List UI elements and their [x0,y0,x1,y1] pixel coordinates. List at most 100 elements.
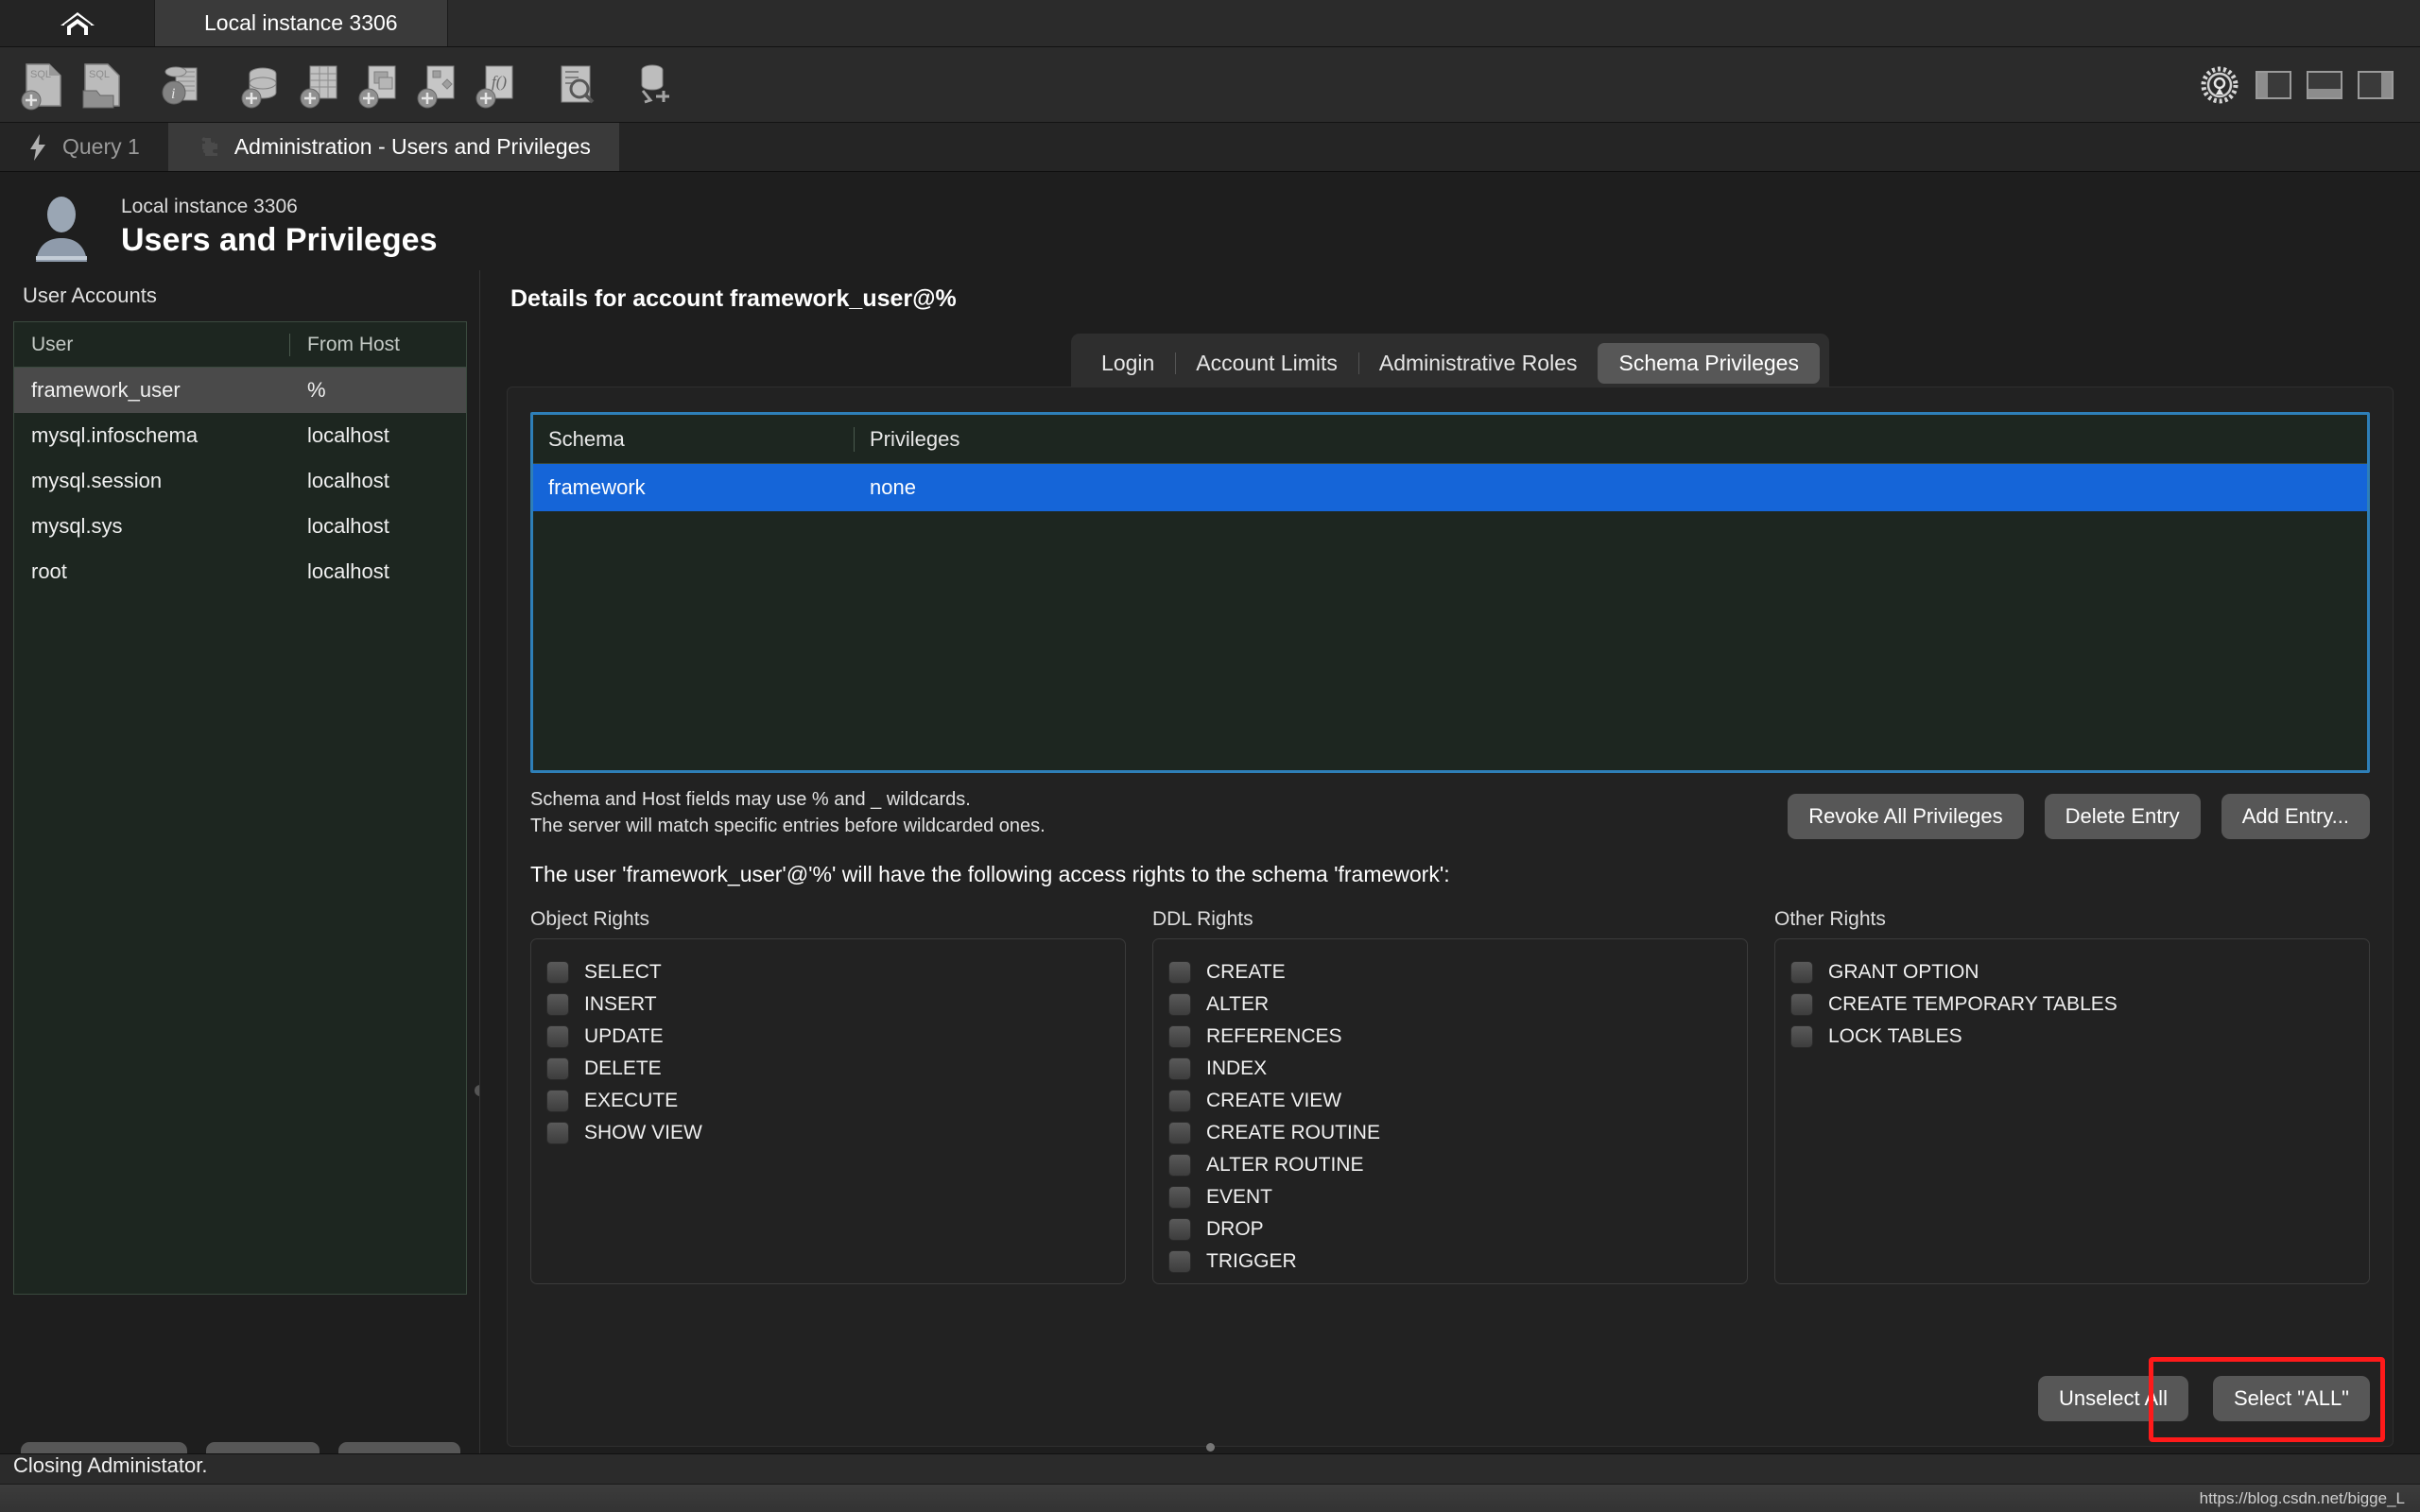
ddl-rights-box: CREATE ALTER REFERENCES INDEX CREATE VIE… [1152,938,1748,1284]
checkbox-box-icon[interactable] [546,993,569,1016]
user-row-root[interactable]: root localhost [14,549,466,594]
user-row-mysql-session[interactable]: mysql.session localhost [14,458,466,504]
toggle-secondary-sidebar-icon[interactable] [2358,71,2394,99]
new-procedure-icon[interactable] [410,59,465,112]
host-cell: localhost [307,559,389,583]
user-avatar-icon [26,192,96,262]
instance-tab[interactable]: Local instance 3306 [155,0,448,46]
tab-administrative-roles[interactable]: Administrative Roles [1357,343,1599,384]
reconnect-server-icon[interactable] [628,59,683,112]
schema-privileges-table[interactable]: Schema Privileges framework none [530,412,2370,773]
column-header-schema[interactable]: Schema [533,426,855,452]
column-header-privileges[interactable]: Privileges [855,427,959,452]
tab-query-1[interactable]: Query 1 [0,123,168,171]
user-row-mysql-infoschema[interactable]: mysql.infoschema localhost [14,413,466,458]
mysql-workbench-window: Local instance 3306 SQL SQL i f() Query … [0,0,2420,1512]
user-cell: mysql.infoschema [31,423,199,447]
checkbox-delete[interactable]: DELETE [546,1053,1110,1085]
window-tabbar: Local instance 3306 [0,0,2420,47]
checkbox-box-icon[interactable] [1168,1154,1191,1177]
column-header-user[interactable]: User [14,333,290,356]
checkbox-index[interactable]: INDEX [1168,1053,1732,1085]
checkbox-create-view[interactable]: CREATE VIEW [1168,1085,1732,1117]
schema-row-framework[interactable]: framework none [533,464,2367,511]
tab-account-limits[interactable]: Account Limits [1175,343,1358,384]
footer-bar: https://blog.csdn.net/bigge_L [0,1484,2420,1512]
checkbox-box-icon[interactable] [1790,961,1813,984]
checkbox-grant-option[interactable]: GRANT OPTION [1790,956,2354,988]
svg-text:SQL: SQL [30,69,51,80]
checkbox-box-icon[interactable] [1168,1250,1191,1273]
privileges-cell: none [870,475,916,499]
checkbox-box-icon[interactable] [1168,1057,1191,1080]
checkbox-box-icon[interactable] [546,1025,569,1048]
checkbox-create-routine[interactable]: CREATE ROUTINE [1168,1117,1732,1149]
new-function-icon[interactable]: f() [469,59,524,112]
checkbox-box-icon[interactable] [1168,1090,1191,1112]
checkbox-box-icon[interactable] [546,1122,569,1144]
server-info-icon[interactable]: i [155,59,210,112]
new-schema-icon[interactable] [234,59,289,112]
statusbar-grip[interactable] [1206,1443,1215,1452]
details-title: Details for account framework_user@% [510,285,957,312]
user-cell: mysql.session [31,469,163,492]
checkbox-box-icon[interactable] [1168,993,1191,1016]
column-header-from-host[interactable]: From Host [290,334,400,356]
checkbox-box-icon[interactable] [1168,1218,1191,1241]
checkbox-drop[interactable]: DROP [1168,1213,1732,1246]
user-cell: mysql.sys [31,514,123,538]
checkbox-lock-tables[interactable]: LOCK TABLES [1790,1021,2354,1053]
status-bar [0,1443,2420,1484]
checkbox-execute[interactable]: EXECUTE [546,1085,1110,1117]
checkbox-box-icon[interactable] [1168,961,1191,984]
admin-gear-icon[interactable] [2199,64,2240,106]
checkbox-box-icon[interactable] [546,1057,569,1080]
checkbox-show-view[interactable]: SHOW VIEW [546,1117,1110,1149]
search-data-icon[interactable] [548,59,603,112]
toggle-sidebar-icon[interactable] [2256,71,2291,99]
checkbox-references[interactable]: REFERENCES [1168,1021,1732,1053]
new-table-icon[interactable] [293,59,348,112]
checkbox-create-temporary-tables[interactable]: CREATE TEMPORARY TABLES [1790,988,2354,1021]
toggle-output-icon[interactable] [2307,71,2342,99]
checkbox-trigger[interactable]: TRIGGER [1168,1246,1732,1278]
checkbox-label: CREATE TEMPORARY TABLES [1828,993,2118,1015]
tab-administration-users-and-privileges[interactable]: Administration - Users and Privileges [167,123,619,171]
rights-groups: Object Rights SELECT INSERT UPDATE DELET… [530,908,2370,1284]
highlight-annotation-box [2149,1357,2385,1442]
checkbox-box-icon[interactable] [1790,993,1813,1016]
add-entry-button[interactable]: Add Entry... [2221,794,2370,839]
delete-entry-button[interactable]: Delete Entry [2044,794,2201,839]
checkbox-box-icon[interactable] [1168,1025,1191,1048]
other-rights-group: Other Rights GRANT OPTION CREATE TEMPORA… [1774,908,2370,1284]
checkbox-label: ALTER [1206,993,1270,1015]
page-header-text: Local instance 3306 Users and Privileges [121,194,438,260]
object-rights-legend: Object Rights [530,908,650,930]
other-rights-legend: Other Rights [1774,908,1886,930]
checkbox-box-icon[interactable] [1168,1122,1191,1144]
toolbar-right-group [2199,47,2394,123]
new-view-icon[interactable] [352,59,406,112]
home-tab[interactable] [0,0,155,46]
new-sql-file-icon[interactable]: SQL [17,59,72,112]
checkbox-box-icon[interactable] [1168,1186,1191,1209]
checkbox-update[interactable]: UPDATE [546,1021,1110,1053]
access-rights-description: The user 'framework_user'@'%' will have … [530,862,1450,886]
checkbox-box-icon[interactable] [546,1090,569,1112]
host-cell: localhost [307,514,389,538]
checkbox-select[interactable]: SELECT [546,956,1110,988]
checkbox-alter-routine[interactable]: ALTER ROUTINE [1168,1149,1732,1181]
tab-schema-privileges[interactable]: Schema Privileges [1598,343,1820,384]
user-row-framework-user[interactable]: framework_user % [14,368,466,413]
open-sql-file-icon[interactable]: SQL [76,59,130,112]
checkbox-event[interactable]: EVENT [1168,1181,1732,1213]
user-accounts-list[interactable]: User From Host framework_user % mysql.in… [13,321,467,1295]
user-row-mysql-sys[interactable]: mysql.sys localhost [14,504,466,549]
checkbox-insert[interactable]: INSERT [546,988,1110,1021]
checkbox-alter[interactable]: ALTER [1168,988,1732,1021]
checkbox-create[interactable]: CREATE [1168,956,1732,988]
revoke-all-privileges-button[interactable]: Revoke All Privileges [1788,794,2024,839]
checkbox-box-icon[interactable] [546,961,569,984]
checkbox-box-icon[interactable] [1790,1025,1813,1048]
tab-login[interactable]: Login [1080,343,1175,384]
